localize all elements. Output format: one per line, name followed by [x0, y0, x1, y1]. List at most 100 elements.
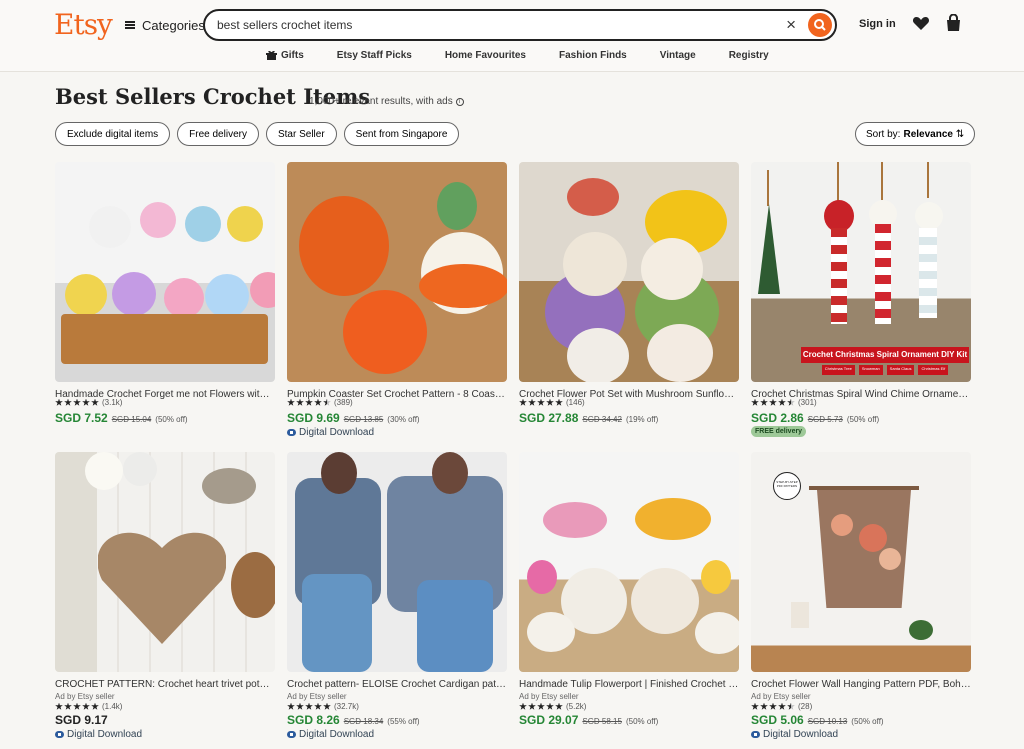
product-card[interactable]: Crochet Christmas Spiral Ornament DIY Ki… — [751, 162, 971, 437]
download-label: Digital Download — [67, 729, 143, 740]
sign-in-link[interactable]: Sign in — [859, 18, 896, 30]
filter-exclude-digital[interactable]: Exclude digital items — [55, 122, 171, 146]
old-price: SGD 10.13 — [807, 717, 848, 726]
product-card[interactable]: Pumpkin Coaster Set Crochet Pattern - 8 … — [287, 162, 507, 438]
sort-dropdown[interactable]: Sort by: Relevance ⇅ — [855, 122, 976, 146]
price-line: SGD 5.06 SGD 10.13 (50% off) — [751, 713, 884, 727]
product-title[interactable]: Handmade Tulip Flowerport | Finished Cro… — [519, 679, 739, 690]
download-label: Digital Download — [763, 729, 839, 740]
star-rating — [519, 398, 563, 407]
rating: (5.2k) — [519, 702, 586, 711]
download-label: Digital Download — [299, 427, 375, 438]
rating: (389) — [287, 398, 353, 407]
image-tag-1: Christmas Tree — [821, 365, 855, 375]
shopping-bag-icon[interactable] — [945, 14, 962, 32]
cloud-download-icon — [287, 731, 296, 738]
info-icon[interactable]: i — [455, 97, 464, 106]
product-title[interactable]: CROCHET PATTERN: Crochet heart trivet po… — [55, 679, 275, 690]
results-summary-text: 1,000+ relevant results, with ads — [309, 96, 453, 107]
nav-item-gifts[interactable]: Gifts — [266, 50, 304, 61]
ad-label: Ad by Etsy seller — [751, 692, 811, 701]
price: SGD 2.86 — [751, 411, 804, 425]
filter-bar: Exclude digital items Free delivery Star… — [55, 122, 460, 146]
product-image[interactable]: STEP-BY-STEP PDF PATTERN — [751, 452, 971, 672]
price: SGD 5.06 — [751, 713, 804, 727]
review-count: (3.1k) — [102, 398, 123, 407]
old-price: SGD 58.15 — [582, 717, 622, 726]
search-bar[interactable]: best sellers crochet items × — [203, 9, 837, 41]
price-line: SGD 2.86 SGD 5.73 (50% off) — [751, 411, 879, 425]
discount: (50% off) — [851, 717, 884, 726]
price: SGD 9.17 — [55, 713, 108, 727]
star-rating — [287, 702, 331, 711]
filter-sent-from-singapore[interactable]: Sent from Singapore — [343, 122, 460, 146]
gift-icon — [266, 50, 277, 60]
product-title[interactable]: Crochet Flower Wall Hanging Pattern PDF,… — [751, 679, 971, 690]
product-image[interactable] — [519, 162, 739, 382]
review-count: (389) — [334, 398, 353, 407]
ad-label: Ad by Etsy seller — [55, 692, 115, 701]
nav-item-home-favourites[interactable]: Home Favourites — [445, 50, 526, 61]
filter-free-delivery[interactable]: Free delivery — [177, 122, 259, 146]
digital-download: Digital Download — [287, 427, 374, 438]
image-badge: STEP-BY-STEP PDF PATTERN — [773, 472, 801, 500]
rating: (28) — [751, 702, 812, 711]
etsy-logo[interactable]: Etsy — [54, 8, 113, 41]
search-icon — [814, 19, 826, 31]
product-card[interactable]: STEP-BY-STEP PDF PATTERN Crochet Flower … — [751, 452, 971, 740]
search-button[interactable] — [808, 13, 832, 37]
sort-label: Sort by: — [866, 128, 901, 140]
nav-item-registry[interactable]: Registry — [729, 50, 769, 61]
product-image[interactable] — [55, 162, 275, 382]
price: SGD 7.52 — [55, 411, 108, 425]
product-image[interactable] — [519, 452, 739, 672]
old-price: SGD 5.73 — [807, 415, 843, 424]
price-line: SGD 29.07 SGD 58.15 (50% off) — [519, 713, 658, 727]
old-price: SGD 15.04 — [111, 415, 152, 424]
review-count: (1.4k) — [102, 702, 123, 711]
categories-button[interactable]: Categories — [125, 16, 205, 34]
image-tag-4: Christmas Elf — [918, 365, 949, 375]
search-input[interactable]: best sellers crochet items — [217, 18, 352, 32]
product-card[interactable]: Handmade Crochet Forget me not Flowers w… — [55, 162, 275, 425]
price-line: SGD 9.69 SGD 13.85 (30% off) — [287, 411, 420, 425]
star-rating — [751, 398, 795, 407]
filter-star-seller[interactable]: Star Seller — [265, 122, 337, 146]
cloud-download-icon — [751, 731, 760, 738]
heart-icon[interactable] — [912, 15, 930, 31]
discount: (50% off) — [155, 415, 188, 424]
discount: (55% off) — [387, 717, 420, 726]
price-line: SGD 8.26 SGD 18.34 (55% off) — [287, 713, 420, 727]
review-count: (5.2k) — [566, 702, 587, 711]
star-rating — [519, 702, 563, 711]
product-image[interactable] — [287, 452, 507, 672]
product-image[interactable] — [287, 162, 507, 382]
star-rating — [55, 702, 99, 711]
product-image[interactable]: Crochet Christmas Spiral Ornament DIY Ki… — [751, 162, 971, 382]
close-icon[interactable]: × — [786, 15, 796, 35]
discount: (30% off) — [387, 415, 420, 424]
old-price: SGD 13.85 — [343, 415, 384, 424]
review-count: (28) — [798, 702, 813, 711]
cloud-download-icon — [287, 429, 296, 436]
review-count: (32.7k) — [334, 702, 359, 711]
price-line: SGD 27.88 SGD 34.42 (19% off) — [519, 411, 658, 425]
product-title[interactable]: Crochet pattern- ELOISE Crochet Cardigan… — [287, 679, 507, 690]
categories-label: Categories — [142, 17, 205, 33]
digital-download: Digital Download — [751, 729, 838, 740]
nav-item-staff-picks[interactable]: Etsy Staff Picks — [337, 50, 412, 61]
product-card[interactable]: CROCHET PATTERN: Crochet heart trivet po… — [55, 452, 275, 740]
image-tag-2: Snowman — [858, 365, 883, 375]
digital-download: Digital Download — [55, 729, 142, 740]
nav-item-vintage[interactable]: Vintage — [660, 50, 696, 61]
product-card[interactable]: Crochet Flower Pot Set with Mushroom Sun… — [519, 162, 739, 425]
download-label: Digital Download — [299, 729, 375, 740]
nav-item-fashion-finds[interactable]: Fashion Finds — [559, 50, 627, 61]
product-card[interactable]: Handmade Tulip Flowerport | Finished Cro… — [519, 452, 739, 727]
price: SGD 9.69 — [287, 411, 340, 425]
price: SGD 29.07 — [519, 713, 579, 727]
product-image[interactable] — [55, 452, 275, 672]
review-count: (146) — [566, 398, 585, 407]
rating: (146) — [519, 398, 585, 407]
product-card[interactable]: Crochet pattern- ELOISE Crochet Cardigan… — [287, 452, 507, 740]
